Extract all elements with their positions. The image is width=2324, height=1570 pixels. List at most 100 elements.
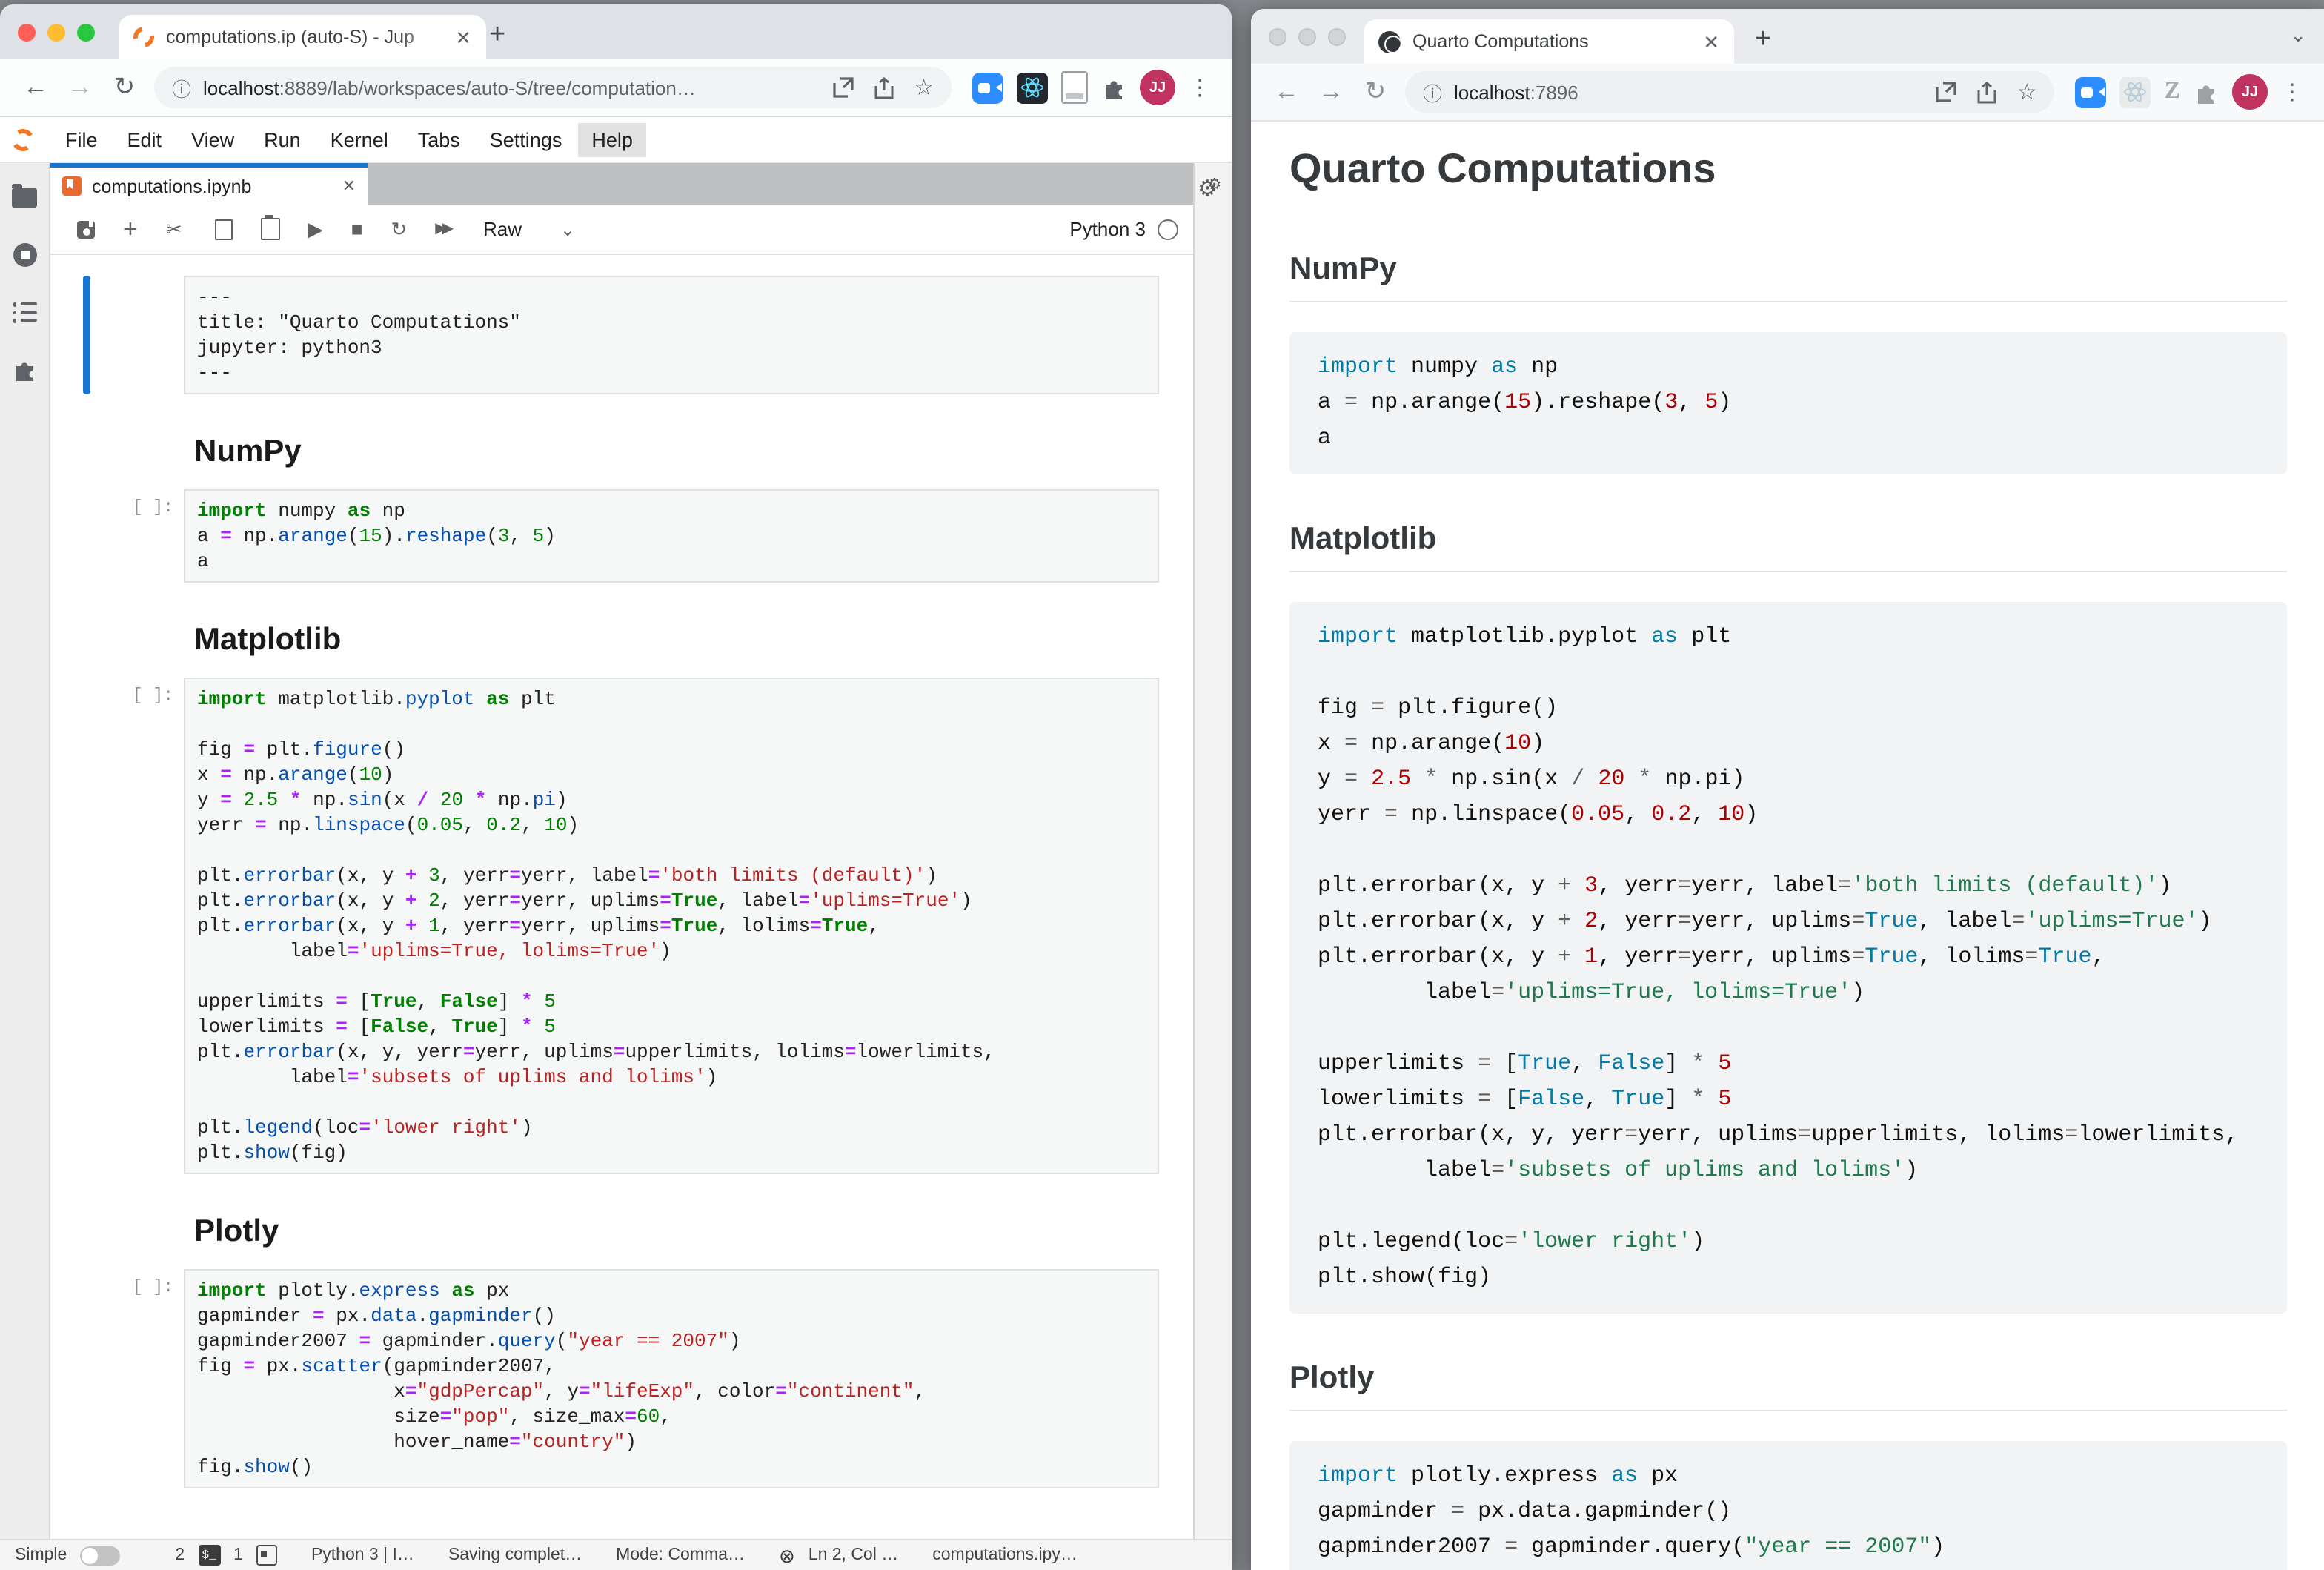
cut-cells-button[interactable]: ✂ (166, 219, 182, 239)
share-icon[interactable] (1977, 81, 1996, 103)
menu-edit[interactable]: Edit (114, 122, 176, 156)
profile-avatar[interactable]: JJ (1140, 70, 1175, 105)
address-bar[interactable]: ⓘ localhost:7896 ☆ (1405, 71, 2055, 113)
page-title: Quarto Computations (1289, 145, 2287, 193)
document-extension-icon[interactable] (1061, 71, 1088, 104)
jupyterlab-statusbar: Simple 2 $_ 1 Python 3 | I… Saving compl… (0, 1539, 1232, 1570)
reload-button[interactable]: ↻ (104, 73, 145, 102)
minimize-window-button[interactable] (1298, 28, 1316, 46)
notebook-content: ---title: "Quarto Computations"jupyter: … (50, 255, 1193, 1539)
property-inspector-gear-icon[interactable]: ⚙⚙ (1198, 175, 1212, 202)
tab-search-chevron-icon[interactable]: ⌄ (2290, 24, 2306, 47)
right-sidebar-strip: ⚙⚙ (1193, 163, 1232, 1539)
forward-button[interactable]: → (59, 73, 101, 102)
minimize-window-button[interactable] (47, 24, 65, 42)
jupyterlab-left-sidebar (0, 163, 50, 1539)
menu-run[interactable]: Run (250, 122, 314, 156)
new-tab-button[interactable]: + (489, 19, 505, 52)
cell-type-dropdown[interactable]: Raw ⌄ (483, 218, 575, 240)
document-tabbar: computations.ipynb ✕ (50, 163, 1193, 205)
section-heading-numpy: NumPy (1289, 252, 2287, 302)
zoom-extension-icon[interactable] (2076, 76, 2107, 107)
restart-run-all-button[interactable]: ▶▶ (435, 222, 449, 236)
menu-view[interactable]: View (178, 122, 248, 156)
browser-tab-quarto[interactable]: Quarto Computations ✕ (1364, 19, 1734, 64)
close-tab-icon[interactable]: ✕ (455, 27, 471, 47)
open-in-new-icon[interactable] (832, 77, 853, 98)
zoom-extension-icon[interactable] (972, 72, 1003, 103)
close-window-button[interactable] (18, 24, 36, 42)
menu-kernel[interactable]: Kernel (317, 122, 402, 156)
back-button[interactable]: ← (1266, 77, 1307, 107)
jupyterlab-menubar: File Edit View Run Kernel Tabs Settings … (0, 117, 1232, 163)
window-controls (1269, 28, 1346, 46)
menu-tabs[interactable]: Tabs (405, 122, 474, 156)
line-col-indicator[interactable]: Ln 2, Col … (809, 1546, 898, 1564)
forward-button[interactable]: → (1310, 77, 1352, 107)
site-info-icon[interactable]: ⓘ (1423, 78, 1442, 106)
url-text: localhost:8889/lab/workspaces/auto-S/tre… (203, 76, 811, 99)
reload-button[interactable]: ↻ (1355, 77, 1396, 107)
menu-file[interactable]: File (52, 122, 111, 156)
extensions-row: JJ ⋮ (960, 70, 1217, 105)
add-cell-button[interactable]: + (123, 216, 138, 242)
cell-selection-bar (83, 276, 90, 394)
close-tab-icon[interactable]: ✕ (1703, 32, 1719, 51)
browser-tab-jupyter[interactable]: computations.ip (auto-S) - Jup ✕ (119, 15, 486, 59)
bookmark-star-icon[interactable]: ☆ (2017, 81, 2037, 103)
extensions-puzzle-icon[interactable] (1101, 75, 1126, 100)
chevron-down-icon: ⌄ (560, 219, 575, 239)
back-button[interactable]: ← (15, 73, 56, 102)
extensions-puzzle-icon[interactable] (2194, 79, 2219, 105)
zoom-window-button[interactable] (1328, 28, 1346, 46)
code-cell-plotly[interactable]: [ ]: import plotly.express as pxgapminde… (89, 1269, 1159, 1488)
save-button[interactable] (77, 220, 95, 238)
saving-status: Saving complet… (448, 1546, 582, 1564)
file-browser-icon[interactable] (12, 188, 37, 208)
globe-favicon-icon (1378, 30, 1401, 53)
kernel-status-icon[interactable] (1158, 219, 1178, 239)
z-extension-icon[interactable]: Z (2165, 79, 2180, 105)
browser-menu-icon[interactable]: ⋮ (1189, 74, 1211, 101)
simple-mode-toggle[interactable] (80, 1546, 120, 1565)
site-info-icon[interactable]: ⓘ (172, 73, 191, 102)
browser-menu-icon[interactable]: ⋮ (2281, 79, 2303, 105)
jupyter-favicon-icon (130, 23, 159, 52)
open-in-new-icon[interactable] (1936, 82, 1956, 102)
copy-cells-button[interactable] (215, 219, 233, 239)
simple-mode-label: Simple (15, 1546, 67, 1564)
run-cell-button[interactable]: ▶ (308, 219, 323, 239)
react-devtools-icon[interactable] (1017, 72, 1048, 103)
paste-cells-button[interactable] (261, 218, 280, 240)
zoom-window-button[interactable] (77, 24, 95, 42)
extension-manager-icon[interactable] (12, 357, 37, 382)
code-block-plotly: import plotly.express as pxgapminder = p… (1289, 1441, 2287, 1570)
share-icon[interactable] (874, 76, 893, 99)
address-bar[interactable]: ⓘ localhost:8889/lab/workspaces/auto-S/t… (154, 67, 952, 108)
code-cell-numpy[interactable]: [ ]: import numpy as npa = np.arange(15)… (89, 489, 1159, 583)
table-of-contents-icon[interactable] (13, 302, 36, 322)
markdown-heading-matplotlib: Matplotlib (194, 623, 1159, 658)
menu-help[interactable]: Help (578, 122, 646, 156)
section-heading-plotly: Plotly (1289, 1361, 2287, 1411)
notebook-tab[interactable]: computations.ipynb ✕ (50, 163, 368, 205)
plotly-cell-editor[interactable]: import plotly.express as pxgapminder = p… (184, 1269, 1159, 1488)
running-kernels-icon[interactable] (13, 243, 36, 267)
raw-yaml-cell[interactable]: ---title: "Quarto Computations"jupyter: … (89, 276, 1159, 394)
profile-avatar[interactable]: JJ (2232, 74, 2268, 110)
code-cell-matplotlib[interactable]: [ ]: import matplotlib.pyplot as plt fig… (89, 678, 1159, 1174)
notebook-tab-title: computations.ipynb (92, 176, 332, 196)
numpy-cell-editor[interactable]: import numpy as npa = np.arange(15).resh… (184, 489, 1159, 583)
react-devtools-icon[interactable] (2120, 76, 2151, 107)
kernel-name[interactable]: Python 3 (1069, 218, 1146, 240)
menu-settings[interactable]: Settings (477, 122, 576, 156)
raw-cell-editor[interactable]: ---title: "Quarto Computations"jupyter: … (184, 276, 1159, 394)
close-notebook-tab-icon[interactable]: ✕ (342, 176, 356, 196)
new-tab-button[interactable]: + (1755, 24, 1771, 56)
restart-kernel-button[interactable]: ↻ (391, 219, 407, 239)
bookmark-star-icon[interactable]: ☆ (914, 76, 934, 99)
matplotlib-cell-editor[interactable]: import matplotlib.pyplot as plt fig = pl… (184, 678, 1159, 1174)
kernel-status-text[interactable]: Python 3 | I… (311, 1546, 414, 1564)
close-window-button[interactable] (1269, 28, 1286, 46)
interrupt-kernel-button[interactable]: ■ (351, 219, 363, 239)
